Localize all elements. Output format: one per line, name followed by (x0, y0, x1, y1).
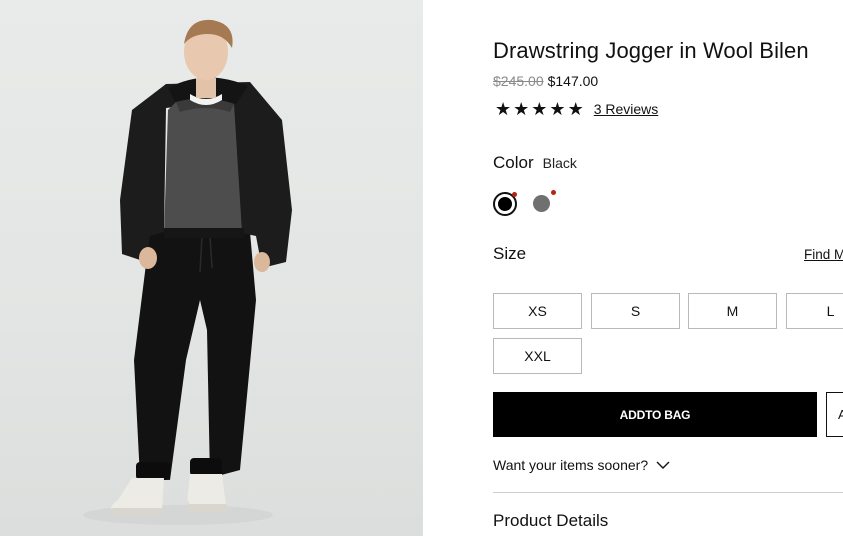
star-icon: ★ (513, 99, 530, 119)
shipping-options-toggle[interactable]: Want your items sooner? (493, 457, 670, 473)
star-rating: ★ ★ ★ ★ ★ (495, 100, 584, 118)
rating-row: ★ ★ ★ ★ ★ 3 Reviews (495, 100, 658, 118)
star-icon: ★ (549, 99, 566, 119)
swatch-indicator-dot (512, 192, 517, 197)
color-row: Color Black (493, 153, 577, 173)
star-icon: ★ (531, 99, 548, 119)
product-image[interactable] (0, 0, 423, 536)
size-label: Size (493, 244, 527, 263)
swatch-indicator-dot (551, 190, 556, 195)
color-label: Color (493, 153, 534, 172)
add-to-bag-button[interactable]: ADDTO BAG (493, 392, 817, 437)
swatch-grey-fill (533, 195, 550, 212)
selected-color: Black (542, 155, 577, 171)
sooner-label: Want your items sooner? (493, 457, 649, 473)
divider (493, 492, 843, 493)
model-photo (83, 19, 292, 525)
product-title: Drawstring Jogger in Wool Bilen (493, 38, 809, 63)
chevron-down-icon (656, 461, 670, 469)
sale-price: $147.00 (547, 73, 599, 89)
size-option-s[interactable]: S (591, 293, 680, 329)
size-option-l[interactable]: L (786, 293, 843, 329)
price-row: $245.00 $147.00 (493, 73, 598, 89)
swatch-grey[interactable] (530, 190, 556, 216)
star-icon: ★ (567, 99, 584, 119)
size-option-m[interactable]: M (688, 293, 777, 329)
size-option-xxl[interactable]: XXL (493, 338, 582, 374)
product-details-heading[interactable]: Product Details (493, 511, 608, 531)
size-option-xs[interactable]: XS (493, 293, 582, 329)
reviews-link[interactable]: 3 Reviews (594, 101, 659, 117)
original-price: $245.00 (493, 73, 544, 89)
product-details-panel: Drawstring Jogger in Wool Bilen $245.00 $… (493, 0, 843, 536)
star-icon: ★ (495, 99, 512, 119)
find-my-size-link[interactable]: Find M (804, 247, 843, 262)
swatch-black-fill (498, 197, 512, 211)
secondary-action-button[interactable]: A (826, 392, 843, 437)
swatch-black[interactable] (493, 192, 517, 216)
